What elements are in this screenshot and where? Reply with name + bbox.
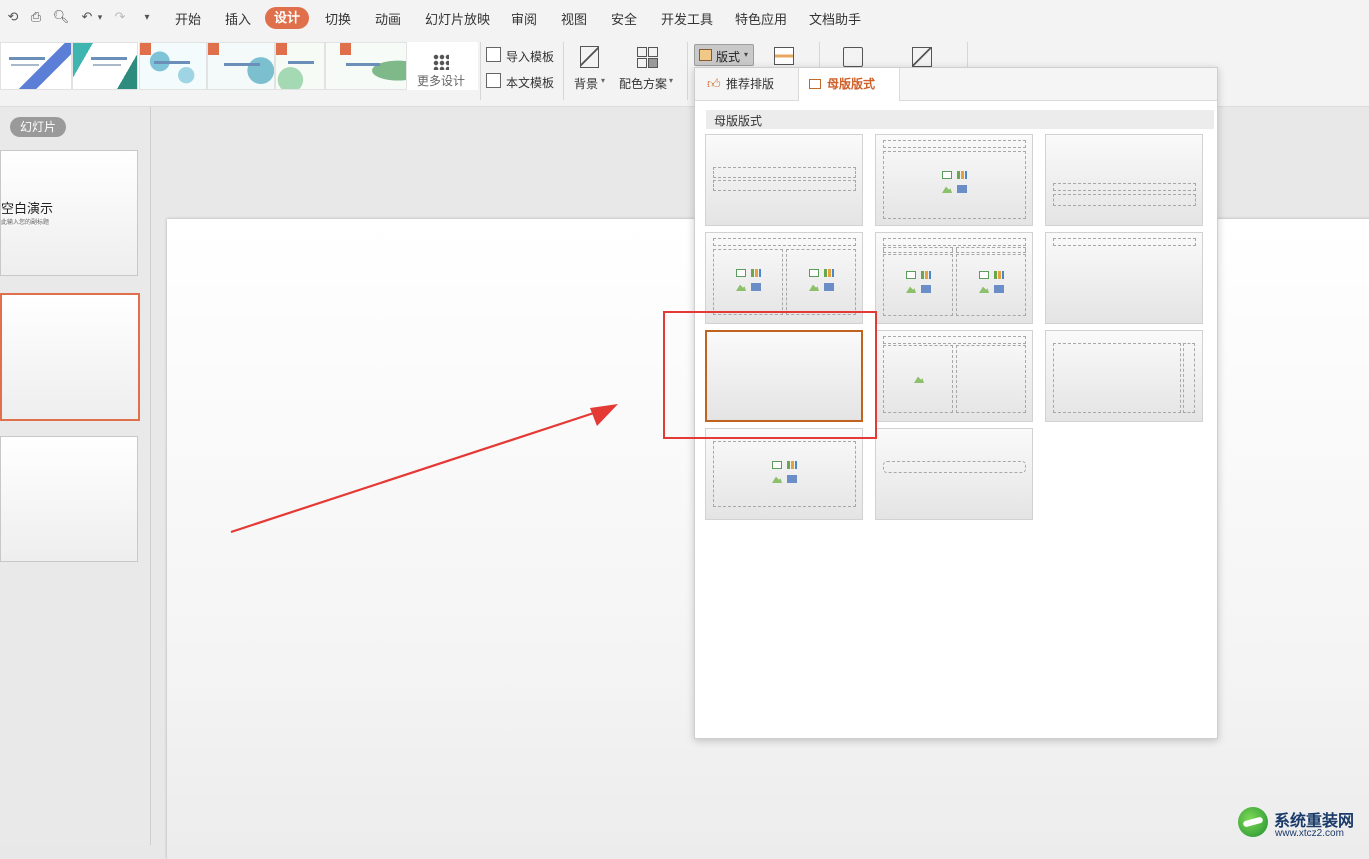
layout-picture-caption[interactable]	[875, 330, 1033, 422]
ribbon-separator	[687, 42, 688, 100]
chevron-down-icon: ▾	[744, 50, 749, 59]
tab-label: 推荐排版	[726, 77, 775, 91]
slide-master-icon[interactable]	[774, 47, 794, 65]
print-preview-icon[interactable]: 🔍︎	[52, 8, 70, 26]
template-thumbnail-6[interactable]	[325, 42, 407, 90]
tab-master-layout[interactable]: 母版版式	[798, 68, 900, 101]
content-placeholder-icons	[979, 271, 1007, 295]
slide-thumbnail-1[interactable]: 空白演示 此输入您的副标题	[0, 150, 138, 276]
more-design-label[interactable]: 更多设计	[417, 72, 465, 89]
template-thumbnail-5[interactable]	[275, 42, 325, 90]
ribbon-separator	[480, 42, 481, 100]
slide-thumbnail-3[interactable]	[0, 436, 138, 562]
content-placeholder-icons	[942, 171, 970, 195]
tab-recommended-layout[interactable]: 👍︎ 推荐排版	[705, 68, 797, 100]
background-button[interactable]: 背景	[574, 75, 598, 92]
menu-tab-start[interactable]: 开始	[175, 9, 201, 28]
print-icon[interactable]: ⎙	[27, 8, 45, 26]
layout-title-content[interactable]	[875, 134, 1033, 226]
slide-title: 空白演示	[1, 201, 54, 216]
menu-tab-view[interactable]: 视图	[561, 9, 587, 28]
layout-vertical-title[interactable]	[1045, 330, 1203, 422]
customize-toolbar-icon[interactable]: ▾	[138, 8, 156, 26]
layout-comparison[interactable]	[875, 232, 1033, 324]
layout-title-bar[interactable]	[875, 428, 1033, 520]
menu-tab-security[interactable]: 安全	[611, 9, 637, 28]
highlight-box	[663, 311, 877, 439]
import-template-icon[interactable]	[486, 47, 501, 62]
layout-content-only[interactable]	[705, 428, 863, 520]
chevron-down-icon[interactable]: ▾	[669, 76, 673, 85]
background-icon[interactable]	[580, 46, 599, 68]
menu-tab-features[interactable]: 特色应用	[735, 9, 787, 28]
menu-tab-slideshow[interactable]: 幻灯片放映	[425, 9, 490, 28]
section-header: 母版版式	[706, 110, 1214, 129]
this-template-icon[interactable]	[486, 73, 501, 88]
content-placeholder-icons	[736, 269, 764, 293]
undo-icon[interactable]: ↶	[78, 8, 96, 26]
chevron-down-icon[interactable]: ▾	[601, 76, 605, 85]
menu-tab-review[interactable]: 审阅	[511, 9, 537, 28]
menu-tab-design[interactable]: 设计	[265, 7, 309, 29]
import-template-button[interactable]: 导入模板	[506, 48, 554, 65]
content-placeholder-icons	[906, 271, 934, 295]
menu-tab-developer[interactable]: 开发工具	[661, 9, 713, 28]
slide-subtitle: 此输入您的副标题	[1, 220, 50, 226]
layout-title-slide[interactable]	[705, 134, 863, 226]
color-scheme-icon[interactable]	[637, 47, 658, 68]
save-icon[interactable]: ⟲	[4, 8, 22, 26]
site-logo-icon	[1238, 807, 1268, 837]
ribbon-separator	[563, 42, 564, 100]
grid-icon[interactable]	[433, 54, 449, 70]
layout-button[interactable]: 版式 ▾	[694, 44, 754, 66]
template-thumbnail-3[interactable]	[139, 42, 207, 90]
thumbs-up-icon: 👍︎	[707, 76, 721, 91]
undo-dropdown-icon[interactable]: ▾	[95, 8, 105, 26]
slide-size-icon[interactable]	[843, 47, 863, 67]
site-url: www.xtcz2.com	[1275, 828, 1344, 839]
layout-label: 版式	[716, 50, 741, 64]
template-thumbnail-1[interactable]	[0, 42, 72, 90]
menu-tab-transition[interactable]: 切换	[325, 9, 351, 28]
layout-title-only[interactable]	[1045, 232, 1203, 324]
slide-thumbnail-2[interactable]	[0, 293, 140, 421]
color-scheme-button[interactable]: 配色方案	[619, 75, 667, 92]
content-placeholder-icons	[809, 269, 837, 293]
layout-icon	[809, 79, 821, 89]
template-thumbnail-2[interactable]	[72, 42, 138, 90]
template-thumbnail-4[interactable]	[207, 42, 275, 90]
menu-bar: ⟲ ⎙ 🔍︎ ↶ ▾ ↷ ▾ 开始 插入 设计 切换 动画 幻灯片放映 审阅 视…	[0, 0, 1369, 36]
layout-section-header[interactable]	[1045, 134, 1203, 226]
layout-icon	[699, 49, 712, 61]
this-template-button[interactable]: 本文模板	[506, 74, 554, 91]
menu-tab-animation[interactable]: 动画	[375, 9, 401, 28]
tab-label: 母版版式	[827, 77, 876, 91]
content-placeholder-icons	[772, 461, 800, 485]
page-setup-icon[interactable]	[912, 47, 932, 67]
annotation-arrow	[230, 404, 618, 534]
slides-tab[interactable]: 幻灯片	[10, 117, 66, 137]
redo-icon[interactable]: ↷	[111, 8, 129, 26]
menu-tab-insert[interactable]: 插入	[225, 9, 251, 28]
site-watermark: 系统重装网 www.xtcz2.com	[1228, 801, 1368, 843]
menu-tab-doc-assistant[interactable]: 文档助手	[809, 9, 861, 28]
